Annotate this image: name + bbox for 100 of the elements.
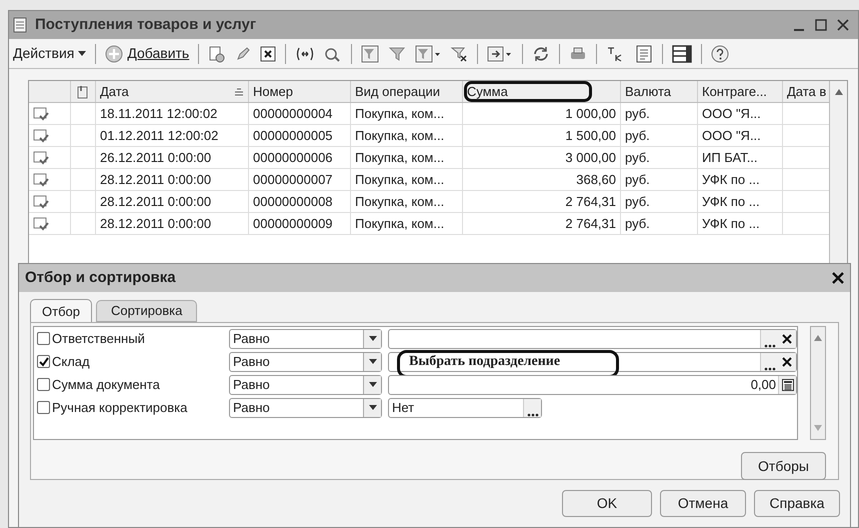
table-cell-text: 00000000009 bbox=[253, 214, 333, 233]
add-button[interactable]: Добавить bbox=[105, 43, 190, 64]
table-cell-text: 3 000,00 bbox=[565, 148, 616, 167]
table-cell-text: 2 764,31 bbox=[565, 192, 616, 211]
posted-document-icon bbox=[33, 128, 49, 142]
table-cell-text: ИП БАТ... bbox=[702, 148, 758, 167]
help-icon[interactable] bbox=[711, 44, 730, 62]
clear-icon[interactable] bbox=[782, 334, 792, 344]
table-cell-text: 00000000006 bbox=[253, 148, 333, 167]
report-icon[interactable] bbox=[635, 44, 654, 62]
table-cell-text: УФК по ... bbox=[702, 214, 760, 233]
filter-icon[interactable] bbox=[361, 44, 380, 62]
filter-icon[interactable] bbox=[388, 44, 406, 62]
scroll-up-icon[interactable] bbox=[834, 87, 844, 97]
refresh-icon[interactable] bbox=[532, 44, 550, 62]
table-cell-text: ООО "Я... bbox=[702, 126, 761, 145]
document-icon bbox=[13, 17, 27, 33]
checkbox[interactable] bbox=[37, 355, 50, 368]
pencil-icon[interactable] bbox=[235, 46, 252, 62]
clear-icon[interactable] bbox=[782, 356, 792, 366]
delete-mark-icon[interactable] bbox=[260, 46, 276, 62]
column-header[interactable]: Контраге... bbox=[702, 82, 767, 102]
sort-icon[interactable] bbox=[234, 88, 244, 96]
table-cell-text: 00000000008 bbox=[253, 192, 333, 211]
table-cell-text: руб. bbox=[625, 148, 650, 167]
table-cell-text: ООО "Я... bbox=[702, 104, 761, 123]
table-cell-text: 1 500,00 bbox=[565, 126, 616, 145]
column-header[interactable]: Дата bbox=[100, 82, 129, 102]
table-cell-text: УФК по ... bbox=[702, 192, 760, 211]
list-settings-icon[interactable] bbox=[672, 44, 692, 62]
tab[interactable]: Отбор bbox=[30, 299, 92, 324]
table-cell-text: 26.12.2011 0:00:00 bbox=[100, 148, 212, 167]
ellipsis-icon[interactable] bbox=[764, 344, 776, 348]
table-cell-text: 18.11.2011 12:00:02 bbox=[100, 104, 218, 123]
ellipsis-icon[interactable] bbox=[764, 366, 776, 370]
table-cell-text: Покупка, ком... bbox=[355, 170, 444, 189]
filter-label: Склад bbox=[52, 352, 90, 371]
table-cell-text: Покупка, ком... bbox=[355, 214, 444, 233]
calculator-icon[interactable] bbox=[782, 378, 794, 390]
column-header[interactable]: Валюта bbox=[625, 82, 671, 102]
dialog-button[interactable]: Отмена bbox=[660, 490, 746, 517]
clear-filter-icon[interactable] bbox=[450, 44, 468, 62]
table-cell-text: 1 000,00 bbox=[565, 104, 616, 123]
filter-label: Ручная корректировка bbox=[52, 398, 188, 417]
value-field[interactable]: Нет bbox=[388, 398, 542, 418]
checkbox[interactable] bbox=[37, 401, 50, 414]
table-cell-text: руб. bbox=[625, 104, 650, 123]
actions-menu-button[interactable]: Действия bbox=[13, 43, 86, 64]
close-icon[interactable] bbox=[836, 18, 850, 32]
filter-label: Ответственный bbox=[52, 330, 145, 348]
table-cell-text: 368,60 bbox=[576, 170, 616, 189]
ellipsis-icon[interactable] bbox=[526, 412, 538, 416]
table-cell-text: 00000000004 bbox=[253, 104, 333, 123]
caret-icon bbox=[368, 359, 376, 364]
table-cell-text: 28.12.2011 0:00:00 bbox=[100, 192, 212, 211]
table-cell-text: 28.12.2011 0:00:00 bbox=[100, 214, 212, 233]
posted-document-icon bbox=[33, 106, 49, 120]
window-title: Поступления товаров и услуг bbox=[35, 14, 256, 35]
filter-label: Сумма документа bbox=[52, 376, 160, 394]
arrows-icon[interactable] bbox=[295, 46, 316, 62]
table-cell-text: 2 764,31 bbox=[565, 214, 616, 233]
filter-dropdown-icon[interactable] bbox=[415, 44, 442, 62]
tab[interactable]: Сортировка bbox=[96, 300, 198, 322]
plus-icon bbox=[105, 44, 124, 62]
comparison-dropdown[interactable]: Равно bbox=[229, 374, 382, 394]
filters-button[interactable]: Отборы bbox=[741, 452, 826, 480]
table-cell-text: Покупка, ком... bbox=[355, 126, 444, 145]
posted-document-icon bbox=[33, 150, 49, 164]
dialog-button[interactable]: OK bbox=[562, 490, 652, 517]
caret-icon bbox=[368, 382, 376, 387]
table-cell-text: Покупка, ком... bbox=[355, 104, 444, 123]
table-cell-text: 01.12.2011 12:00:02 bbox=[100, 126, 218, 145]
copy-document-icon[interactable] bbox=[208, 44, 226, 62]
scroll-up-icon[interactable] bbox=[813, 333, 823, 343]
posted-document-icon bbox=[33, 216, 49, 230]
table-cell-text: 00000000005 bbox=[253, 126, 333, 145]
value-field[interactable] bbox=[388, 328, 797, 348]
value-field[interactable]: 0,00 bbox=[388, 374, 797, 394]
maximize-icon[interactable] bbox=[814, 18, 828, 32]
checkbox[interactable] bbox=[37, 378, 50, 391]
comparison-dropdown[interactable]: Равно bbox=[229, 352, 382, 372]
table-cell-text: руб. bbox=[625, 170, 650, 189]
scrollbar[interactable] bbox=[810, 326, 826, 440]
comparison-dropdown[interactable]: Равно bbox=[229, 328, 382, 348]
table-cell-text: УФК по ... bbox=[702, 170, 760, 189]
column-header[interactable]: Дата в bbox=[787, 82, 826, 102]
posted-document-icon bbox=[33, 194, 49, 208]
table-cell-text: руб. bbox=[625, 126, 650, 145]
enter-dropdown-icon[interactable] bbox=[487, 44, 514, 62]
table-cell-text: руб. bbox=[625, 192, 650, 211]
dialog-button[interactable]: Справка bbox=[754, 490, 840, 517]
column-header[interactable]: Номер bbox=[253, 82, 294, 102]
comparison-dropdown[interactable]: Равно bbox=[229, 398, 382, 418]
dialog-title: Отбор и сортировка bbox=[25, 268, 177, 288]
table-cell-text: 28.12.2011 0:00:00 bbox=[100, 170, 212, 189]
caret-icon bbox=[368, 405, 376, 410]
close-icon[interactable] bbox=[832, 272, 844, 284]
checkbox[interactable] bbox=[37, 332, 50, 345]
column-header[interactable]: Вид операции bbox=[355, 82, 440, 102]
attachment-icon bbox=[77, 84, 89, 98]
